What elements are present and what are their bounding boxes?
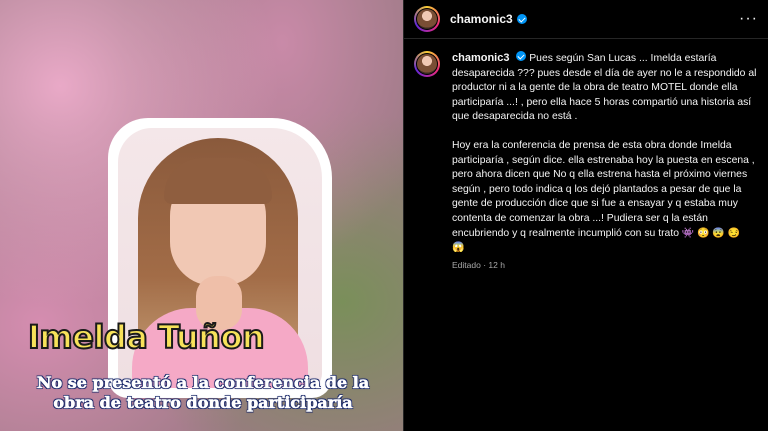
- post-panel: chamonic3 ··· chamonic3 Pues según San L…: [403, 0, 768, 431]
- post-caption: chamonic3 Pues según San Lucas ... Imeld…: [404, 39, 768, 272]
- post-image[interactable]: Imelda Tuñon No se presentó a la confere…: [0, 0, 403, 431]
- caption-body: chamonic3 Pues según San Lucas ... Imeld…: [452, 51, 757, 272]
- headline-name: Imelda Tuñon: [27, 317, 266, 357]
- image-caption: No se presentó a la conferencia de la ob…: [36, 373, 370, 413]
- edited-label: Editado: [452, 259, 481, 270]
- caption-username[interactable]: chamonic3: [452, 52, 509, 64]
- avatar-image: [417, 54, 437, 74]
- caption-text-2: Hoy era la conferencia de prensa de esta…: [452, 139, 755, 239]
- emoji-group: 👾 😳 😨 😏: [681, 227, 741, 239]
- caption-paragraph-1: chamonic3 Pues según San Lucas ... Imeld…: [452, 51, 757, 125]
- caption-paragraph-2: Hoy era la conferencia de prensa de esta…: [452, 139, 757, 256]
- screen: Imelda Tuñon No se presentó a la confere…: [0, 0, 768, 431]
- more-options-icon[interactable]: ···: [739, 10, 758, 28]
- bangs-shape: [164, 158, 272, 204]
- header-username[interactable]: chamonic3: [450, 12, 513, 26]
- caption-avatar[interactable]: [414, 51, 440, 77]
- avatar[interactable]: [414, 6, 440, 32]
- post-time[interactable]: 12 h: [488, 260, 505, 270]
- avatar-image: [417, 9, 437, 29]
- verified-badge-icon: [516, 14, 527, 24]
- post-meta: Editado · 12 h: [452, 259, 505, 270]
- verified-badge-icon: [516, 51, 527, 61]
- post-header: chamonic3 ···: [404, 0, 768, 39]
- screaming-face-emoji: 😱: [452, 242, 465, 254]
